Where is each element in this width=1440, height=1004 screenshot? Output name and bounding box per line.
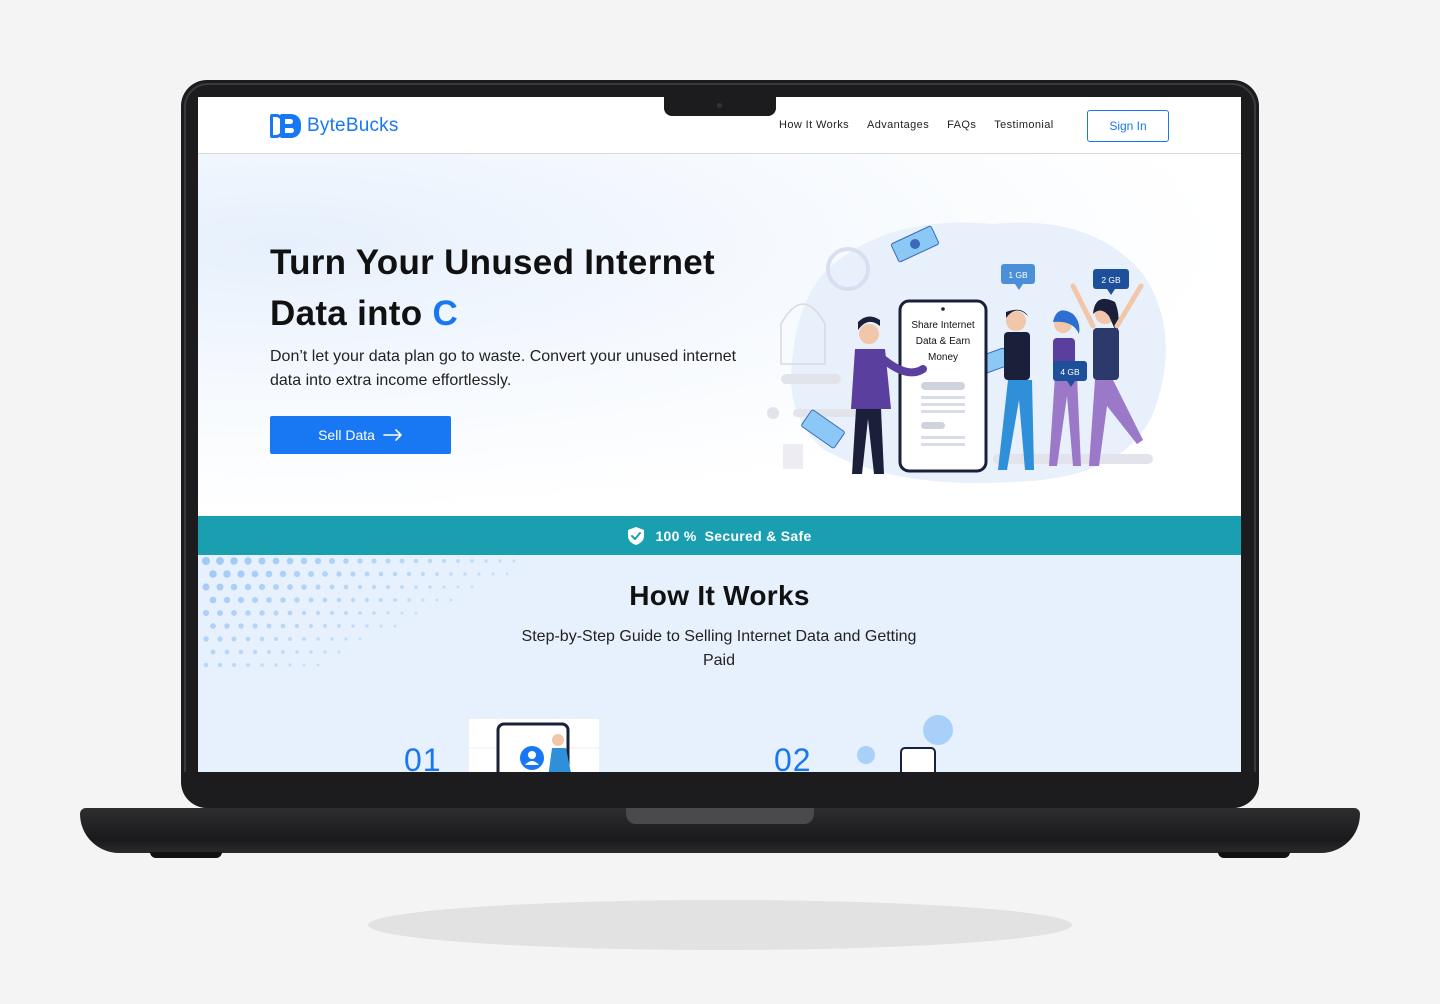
laptop-hinge xyxy=(626,808,814,824)
logo-mark-icon xyxy=(270,114,301,138)
step-number-1: 01 xyxy=(404,742,442,772)
sign-in-button[interactable]: Sign In xyxy=(1087,110,1169,142)
step-2-illustration xyxy=(857,715,953,772)
svg-text:2 GB: 2 GB xyxy=(1101,275,1121,285)
shield-check-icon xyxy=(628,526,645,545)
hero-title-accent: C xyxy=(432,294,459,333)
step-1-illustration xyxy=(468,718,600,772)
main-menu: How It Works Advantages FAQs Testimonial xyxy=(779,119,1054,131)
laptop-shadow xyxy=(368,900,1072,950)
brand-name: ByteBucks xyxy=(307,115,399,136)
browser-screen: ByteBucks How It Works Advantages FAQs T… xyxy=(198,97,1241,772)
camera-notch xyxy=(664,97,776,116)
hero-subtitle: Don’t let your data plan go to waste. Co… xyxy=(270,348,737,389)
laptop-foot-left xyxy=(150,852,222,858)
hero-title-line1: Turn Your Unused Internet xyxy=(270,243,716,282)
secure-value: 100 % xyxy=(655,527,697,544)
hero-title: Turn Your Unused Internet Data into C xyxy=(270,237,770,339)
phone-text-3: Money xyxy=(928,352,958,363)
laptop-foot-right xyxy=(1218,852,1290,858)
how-it-works-section: How It Works Step-by-Step Guide to Selli… xyxy=(198,555,1241,772)
secure-band: 100 % Secured & Safe xyxy=(198,516,1241,555)
sell-data-label: Sell Data xyxy=(318,427,375,443)
svg-text:1 GB: 1 GB xyxy=(1008,270,1028,280)
nav-testimonial[interactable]: Testimonial xyxy=(994,119,1053,131)
svg-text:4 GB: 4 GB xyxy=(1060,367,1080,377)
arrow-right-icon xyxy=(383,429,402,441)
nav-how-it-works[interactable]: How It Works xyxy=(779,119,849,131)
phone-text-2: Data & Earn xyxy=(916,336,970,347)
how-it-works-title: How It Works xyxy=(629,580,810,611)
nav-faqs[interactable]: FAQs xyxy=(947,119,976,131)
how-it-works-subtitle: Step-by-Step Guide to Selling Internet D… xyxy=(521,628,917,669)
laptop-bottom-bezel xyxy=(183,772,1257,808)
hero-title-line2: Data into xyxy=(270,294,433,333)
step-number-2: 02 xyxy=(774,742,812,772)
secure-text: Secured & Safe xyxy=(704,527,812,544)
hero-illustration: Share Internet Data & Earn Money 1 GB 2 … xyxy=(767,222,1166,484)
brand-logo[interactable]: ByteBucks xyxy=(270,114,399,138)
nav-advantages[interactable]: Advantages xyxy=(867,119,929,131)
hero-section: Turn Your Unused Internet Data into C Do… xyxy=(198,154,1241,516)
sell-data-button[interactable]: Sell Data xyxy=(270,416,451,454)
phone-text-1: Share Internet xyxy=(911,320,975,331)
